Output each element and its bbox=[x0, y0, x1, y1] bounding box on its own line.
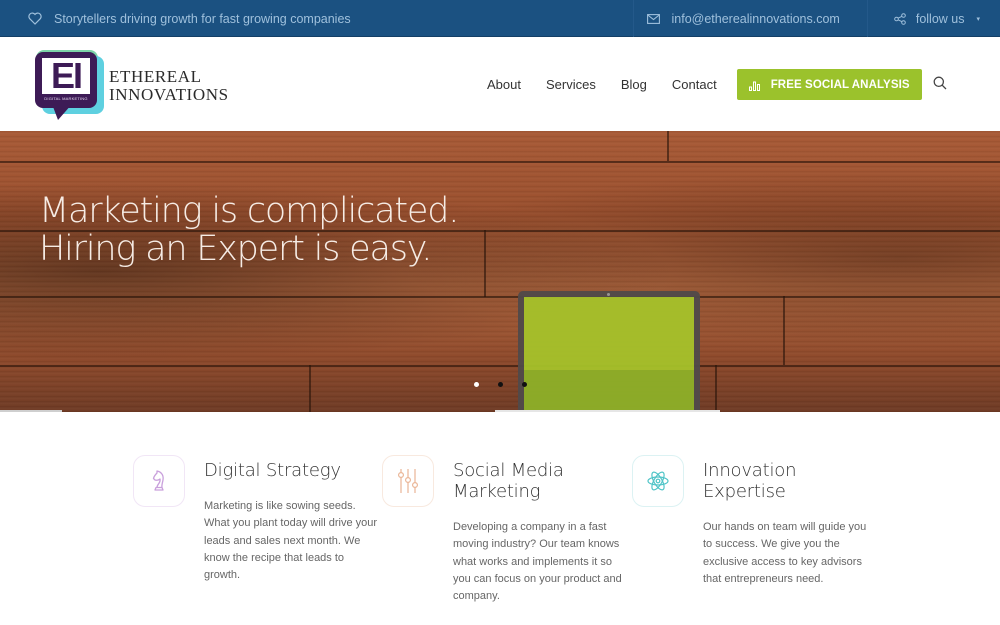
laptop-image bbox=[518, 291, 700, 412]
cta-label: FREE SOCIAL ANALYSIS bbox=[770, 78, 910, 91]
plank-line bbox=[0, 161, 1000, 163]
chevron-down-icon: ▾ bbox=[976, 15, 980, 23]
sliders-icon bbox=[397, 468, 419, 494]
feature-description: Developing a company in a fast moving in… bbox=[453, 521, 622, 603]
logo-name: ETHEREAL INNOVATIONS bbox=[109, 68, 229, 104]
email-link[interactable]: info@etherealinnovations.com bbox=[632, 0, 868, 37]
free-social-analysis-button[interactable]: FREE SOCIAL ANALYSIS bbox=[736, 69, 922, 100]
slider-progress-bar bbox=[0, 410, 62, 412]
slider-pagination bbox=[474, 382, 527, 387]
logo-name-line2: INNOVATIONS bbox=[109, 85, 229, 104]
hero-headline-line1: Marketing is complicated. bbox=[39, 191, 459, 231]
share-icon bbox=[894, 12, 906, 25]
top-bar: Storytellers driving growth for fast gro… bbox=[0, 0, 1000, 37]
plank-line bbox=[0, 296, 1000, 298]
atom-icon bbox=[646, 469, 670, 493]
logo-name-line1: ETHEREAL bbox=[109, 67, 202, 86]
logo-initials: EI bbox=[42, 58, 90, 94]
logo-subtext: DIGITAL MARKETING bbox=[44, 96, 88, 101]
feature-title: Innovation Expertise bbox=[703, 460, 797, 502]
site-header: EI DIGITAL MARKETING ETHEREAL INNOVATION… bbox=[0, 38, 1000, 131]
envelope-icon bbox=[646, 13, 660, 24]
plank-line bbox=[0, 365, 1000, 367]
hero-headline: Marketing is complicated. Hiring an Expe… bbox=[39, 191, 459, 269]
plank-seam bbox=[783, 296, 785, 365]
feature-icon-box bbox=[632, 455, 684, 507]
main-nav: About Services Blog Contact FREE SOCIAL … bbox=[487, 38, 922, 131]
slide-dot-1[interactable] bbox=[474, 382, 479, 387]
laptop-base bbox=[495, 410, 720, 412]
plank-seam bbox=[484, 230, 486, 297]
tagline: Storytellers driving growth for fast gro… bbox=[28, 0, 351, 37]
feature-description: Marketing is like sowing seeds. What you… bbox=[204, 500, 378, 582]
plank-seam bbox=[715, 365, 717, 412]
email-text: info@etherealinnovations.com bbox=[671, 11, 840, 26]
heart-icon bbox=[28, 12, 42, 25]
logo-bubble-tail bbox=[52, 104, 72, 120]
nav-contact[interactable]: Contact bbox=[672, 77, 717, 92]
tagline-text: Storytellers driving growth for fast gro… bbox=[54, 11, 351, 26]
chess-knight-icon bbox=[149, 469, 169, 493]
wood-grain-texture bbox=[0, 131, 1000, 412]
laptop-screen-shade bbox=[524, 370, 694, 412]
bar-chart-icon bbox=[748, 79, 761, 91]
feature-icon-box bbox=[382, 455, 434, 507]
plank-seam bbox=[309, 365, 311, 412]
slide-dot-3[interactable] bbox=[522, 382, 527, 387]
plank-seam bbox=[667, 131, 669, 161]
search-icon[interactable] bbox=[933, 76, 947, 90]
nav-blog[interactable]: Blog bbox=[621, 77, 647, 92]
feature-icon-box bbox=[133, 455, 185, 507]
logo[interactable]: EI DIGITAL MARKETING ETHEREAL INNOVATION… bbox=[32, 48, 232, 122]
laptop-camera bbox=[607, 293, 610, 296]
feature-title: Digital Strategy bbox=[204, 460, 341, 481]
nav-about[interactable]: About bbox=[487, 77, 521, 92]
hero-headline-line2: Hiring an Expert is easy. bbox=[39, 229, 432, 269]
feature-description: Our hands on team will guide you to succ… bbox=[703, 521, 867, 585]
follow-us-dropdown[interactable]: follow us ▾ bbox=[868, 0, 1000, 37]
slide-dot-2[interactable] bbox=[498, 382, 503, 387]
hero-slider[interactable]: Marketing is complicated. Hiring an Expe… bbox=[0, 131, 1000, 412]
feature-title: Social Media Marketing bbox=[453, 460, 564, 502]
nav-services[interactable]: Services bbox=[546, 77, 596, 92]
follow-us-label: follow us bbox=[915, 11, 965, 26]
